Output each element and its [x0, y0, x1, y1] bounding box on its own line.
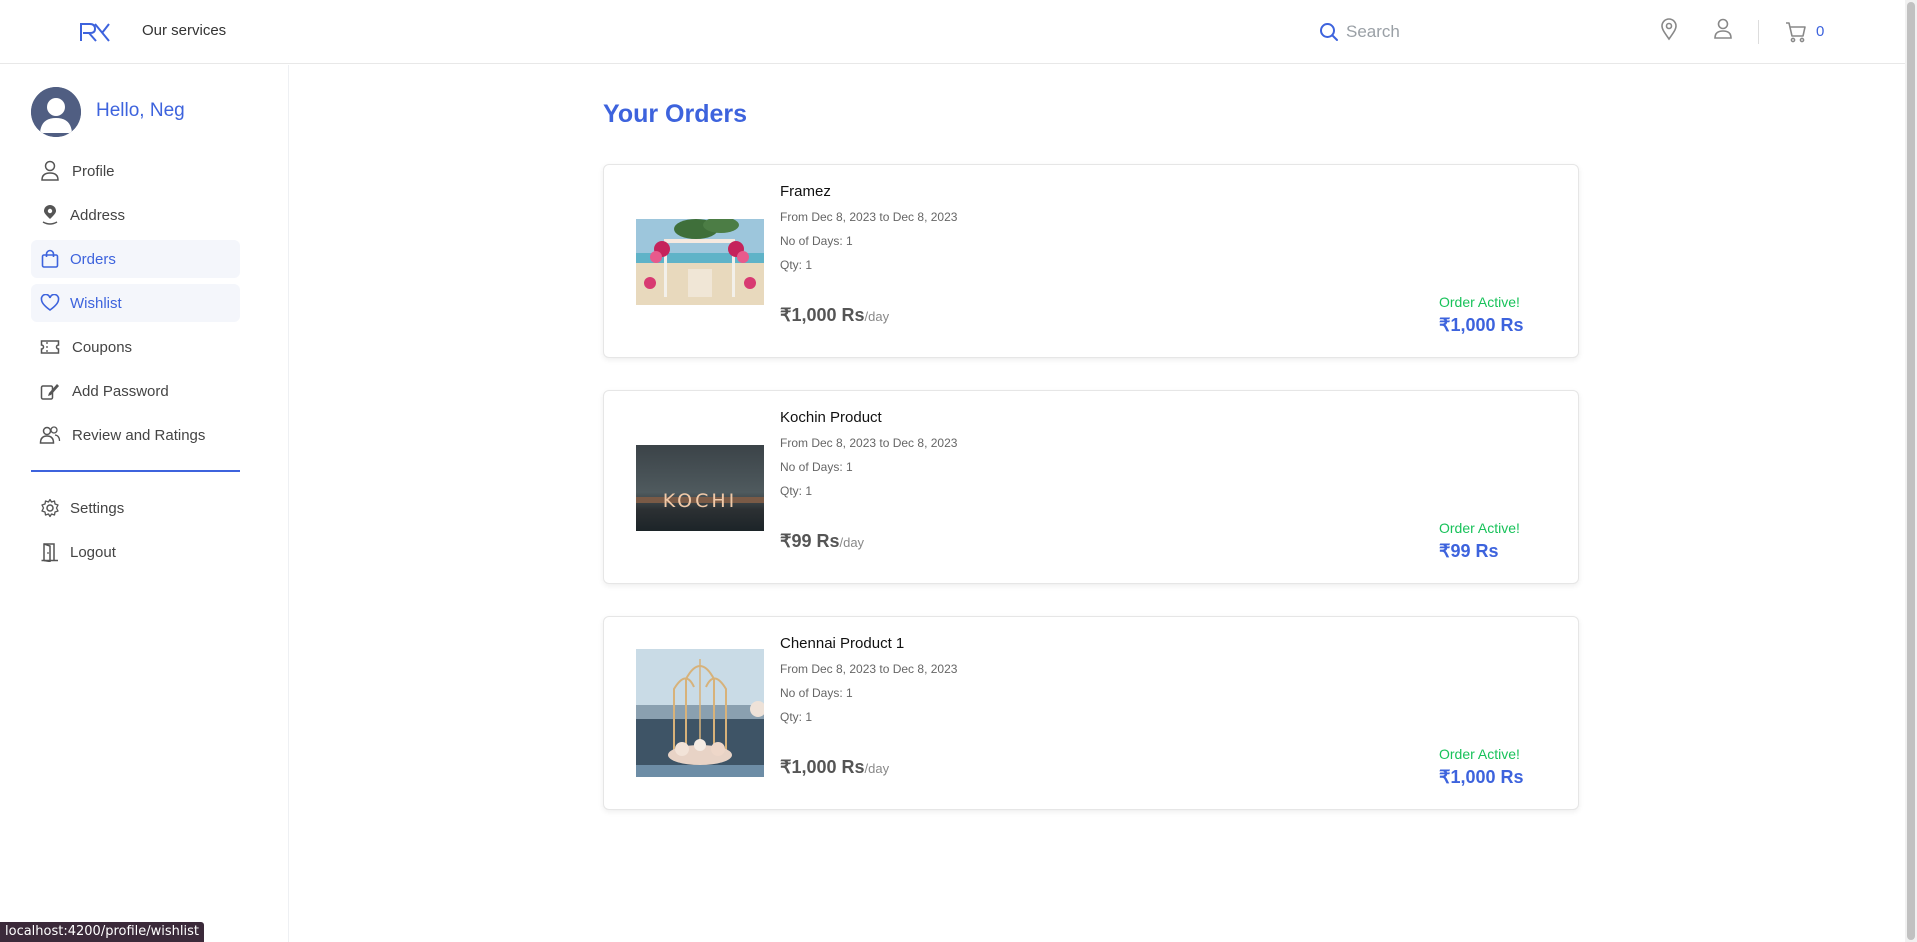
user-account-icon[interactable] [1712, 17, 1734, 41]
order-quantity: Qty: 1 [780, 484, 813, 498]
avatar-silhouette-icon [31, 87, 81, 137]
gear-icon [39, 497, 61, 519]
logo-icon[interactable] [78, 20, 112, 44]
order-status: Order Active! [1439, 746, 1520, 762]
beach-wedding-arch-image [636, 219, 764, 305]
order-date-range: From Dec 8, 2023 to Dec 8, 2023 [780, 210, 958, 224]
sidebar-item-address[interactable]: Address [31, 196, 240, 234]
greeting: Hello, Neg [96, 100, 185, 121]
heart-icon [39, 292, 61, 314]
profile-sidebar: Hello, Neg Profile Address Orders Wishli… [0, 65, 289, 942]
sidebar-item-label: Wishlist [70, 294, 122, 312]
floral-arch-sea-image [636, 649, 764, 777]
our-services-link[interactable]: Our services [142, 22, 226, 39]
sidebar-item-label: Add Password [72, 382, 169, 400]
door-icon [39, 541, 61, 563]
pen-key-icon [39, 380, 61, 402]
avatar [31, 87, 81, 137]
order-card: Chennai Product 1 From Dec 8, 2023 to De… [603, 616, 1579, 810]
price-value: ₹1,000 Rs [780, 305, 865, 325]
scrollbar-thumb[interactable] [1907, 2, 1915, 940]
shopping-bag-icon [39, 248, 61, 270]
header-divider [1758, 20, 1759, 44]
cart-count-badge[interactable]: 0 [1816, 23, 1824, 40]
order-total: ₹99 Rs [1439, 541, 1499, 561]
sidebar-item-wishlist[interactable]: Wishlist [31, 284, 240, 322]
cart-icon[interactable] [1784, 20, 1808, 44]
order-unit-price: ₹1,000 Rs/day [780, 305, 889, 326]
kochi-sign-image: KOCHI [636, 445, 764, 531]
sidebar-item-coupons[interactable]: Coupons [31, 328, 240, 366]
map-pin-icon [39, 204, 61, 226]
price-per-unit: /day [839, 535, 865, 550]
sidebar-item-add-password[interactable]: Add Password [31, 372, 240, 410]
order-card: KOCHI Kochin Product From Dec 8, 2023 to… [603, 390, 1579, 584]
page-title: Your Orders [603, 100, 748, 128]
order-days: No of Days: 1 [780, 234, 853, 248]
sidebar-item-label: Orders [70, 250, 116, 268]
location-pin-icon[interactable] [1658, 17, 1680, 41]
sidebar-item-label: Profile [72, 162, 115, 180]
order-status: Order Active! [1439, 294, 1520, 310]
price-per-unit: /day [864, 309, 890, 324]
order-unit-price: ₹1,000 Rs/day [780, 757, 889, 778]
sidebar-item-review-and-ratings[interactable]: Review and Ratings [31, 416, 240, 454]
price-value: ₹99 Rs [780, 531, 840, 551]
order-total: ₹1,000 Rs [1439, 315, 1524, 335]
top-navbar: Our services 0 [0, 0, 1905, 64]
sidebar-item-orders[interactable]: Orders [31, 240, 240, 278]
sidebar-item-logout[interactable]: Logout [31, 533, 240, 571]
sidebar-item-label: Address [70, 206, 126, 224]
sidebar-item-label: Review and Ratings [72, 426, 206, 444]
order-date-range: From Dec 8, 2023 to Dec 8, 2023 [780, 436, 958, 450]
order-product-name[interactable]: Chennai Product 1 [780, 635, 904, 652]
price-value: ₹1,000 Rs [780, 757, 865, 777]
sidebar-item-profile[interactable]: Profile [31, 152, 240, 190]
sidebar-item-label: Coupons [72, 338, 133, 356]
sidebar-item-label: Settings [70, 499, 125, 517]
order-status: Order Active! [1439, 520, 1520, 536]
order-date-range: From Dec 8, 2023 to Dec 8, 2023 [780, 662, 958, 676]
users-icon [39, 424, 61, 446]
order-unit-price: ₹99 Rs/day [780, 531, 864, 552]
search-input[interactable] [1346, 16, 1606, 48]
order-card: Framez From Dec 8, 2023 to Dec 8, 2023 N… [603, 164, 1579, 358]
person-icon [39, 160, 61, 182]
sidebar-item-label: Logout [70, 543, 116, 561]
order-days: No of Days: 1 [780, 460, 853, 474]
page-scrollbar[interactable] [1905, 0, 1917, 942]
order-quantity: Qty: 1 [780, 710, 813, 724]
price-per-unit: /day [864, 761, 890, 776]
sidebar-divider [31, 470, 240, 472]
kochi-sign-text: KOCHI [663, 490, 738, 512]
order-product-name[interactable]: Framez [780, 183, 831, 200]
order-product-name[interactable]: Kochin Product [780, 409, 882, 426]
link-status-url: localhost:4200/profile/wishlist [0, 922, 204, 942]
order-quantity: Qty: 1 [780, 258, 813, 272]
search-icon[interactable] [1318, 21, 1340, 43]
ticket-icon [39, 336, 61, 358]
sidebar-item-settings[interactable]: Settings [31, 489, 240, 527]
order-days: No of Days: 1 [780, 686, 853, 700]
order-total: ₹1,000 Rs [1439, 767, 1524, 787]
